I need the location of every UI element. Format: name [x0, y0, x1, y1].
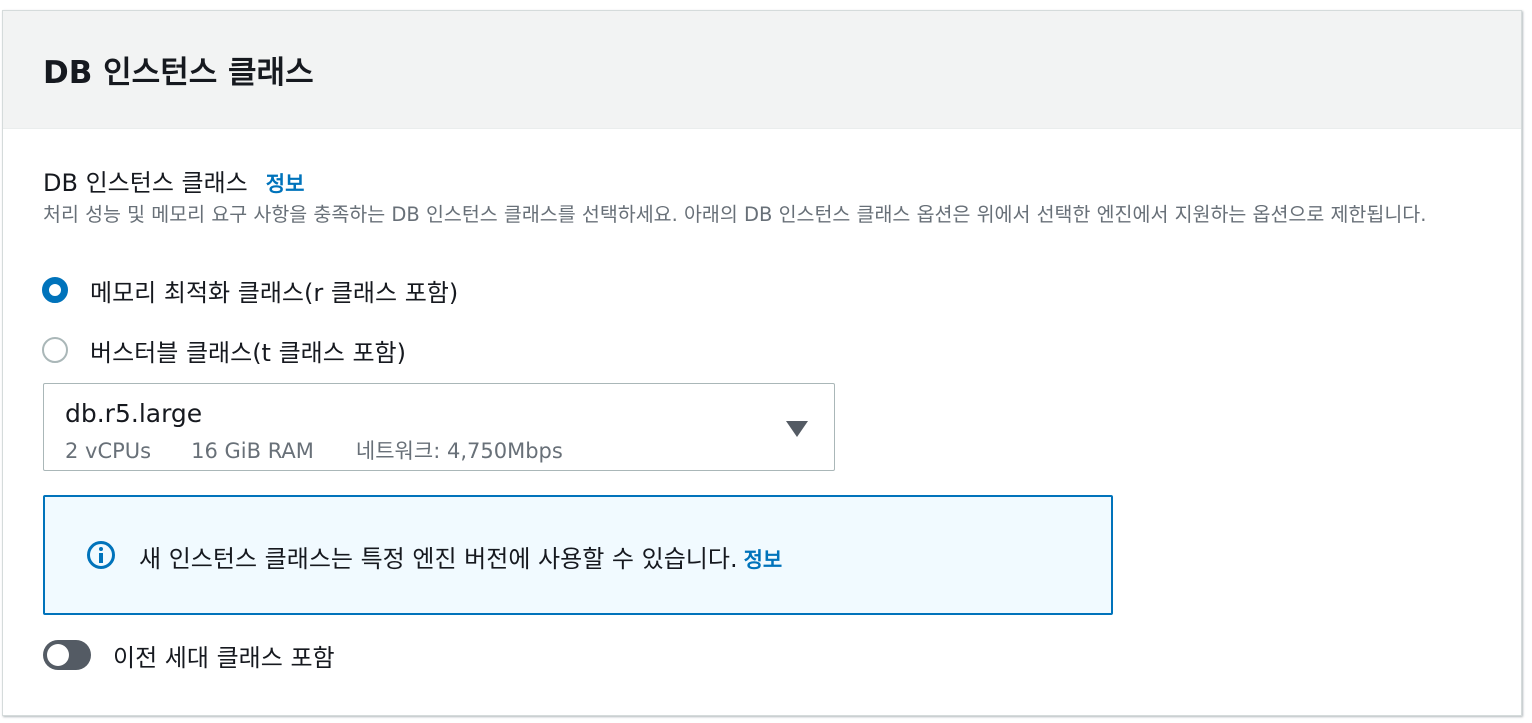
radio-label: 메모리 최적화 클래스(r 클래스 포함) [90, 278, 459, 307]
select-meta: 2 vCPUs 16 GiB RAM 네트워크: 4,750Mbps [65, 435, 563, 465]
panel-header: DB 인스턴스 클래스 [3, 11, 1521, 129]
field-description: 처리 성능 및 메모리 요구 사항을 충족하는 DB 인스턴스 클래스를 선택하… [43, 203, 1427, 226]
instance-class-select[interactable]: db.r5.large 2 vCPUs 16 GiB RAM 네트워크: 4,750… [43, 383, 835, 471]
select-value: db.r5.large [65, 399, 203, 428]
toggle-knob [47, 644, 69, 666]
vcpu-count: 2 vCPUs [65, 439, 152, 463]
field-label-text: DB 인스턴스 클래스 [43, 169, 248, 197]
info-circle-icon [87, 541, 115, 569]
info-alert: 새 인스턴스 클래스는 특정 엔진 버전에 사용할 수 있습니다. 정보 [43, 495, 1113, 615]
previous-gen-toggle-row: 이전 세대 클래스 포함 [43, 639, 335, 672]
radio-memory-optimized[interactable]: 메모리 최적화 클래스(r 클래스 포함) [42, 275, 459, 307]
alert-text: 새 인스턴스 클래스는 특정 엔진 버전에 사용할 수 있습니다. 정보 [139, 539, 782, 574]
ram-size: 16 GiB RAM [191, 439, 314, 463]
field-info-link[interactable]: 정보 [266, 172, 305, 196]
radio-button-checked[interactable] [42, 277, 68, 303]
toggle-label: 이전 세대 클래스 포함 [113, 643, 335, 672]
network-bandwidth: 네트워크: 4,750Mbps [355, 439, 563, 463]
radio-button-unchecked[interactable] [42, 337, 68, 363]
panel-title: DB 인스턴스 클래스 [43, 55, 314, 91]
alert-info-link[interactable]: 정보 [744, 548, 783, 572]
field-label: DB 인스턴스 클래스 정보 [43, 163, 304, 198]
caret-down-icon[interactable] [786, 421, 808, 437]
radio-label: 버스터블 클래스(t 클래스 포함) [90, 338, 406, 367]
alert-message: 새 인스턴스 클래스는 특정 엔진 버전에 사용할 수 있습니다. [139, 545, 738, 573]
radio-burstable[interactable]: 버스터블 클래스(t 클래스 포함) [42, 335, 406, 367]
previous-gen-toggle[interactable] [43, 640, 91, 670]
db-instance-class-panel: DB 인스턴스 클래스 DB 인스턴스 클래스 정보 처리 성능 및 메모리 요구… [2, 10, 1522, 716]
